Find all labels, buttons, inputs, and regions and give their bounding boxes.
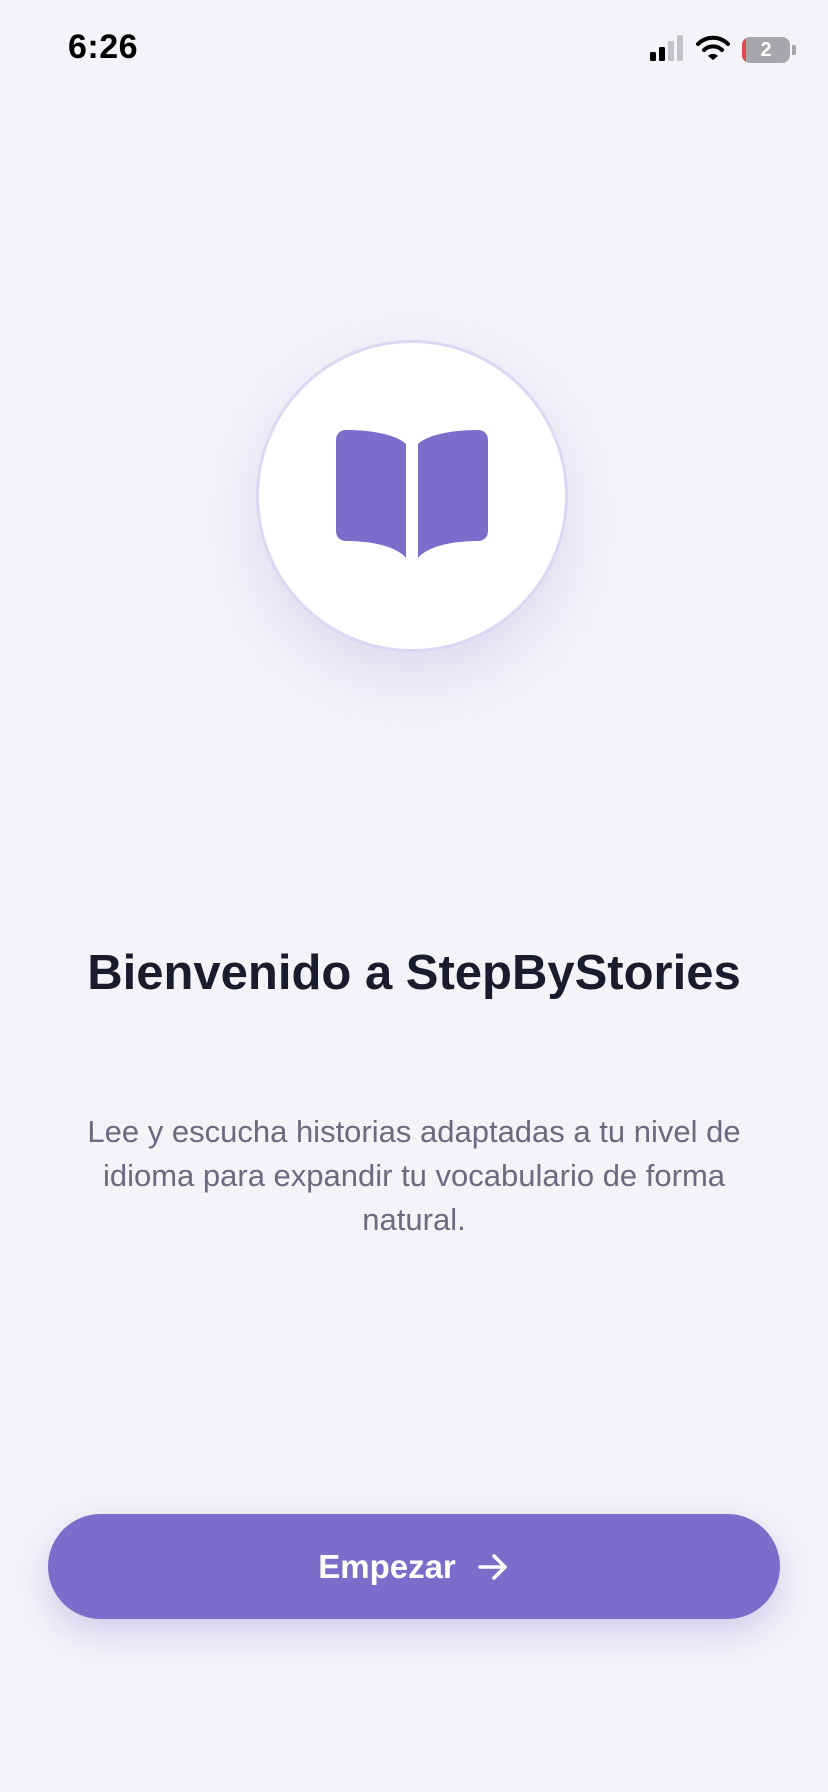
app-logo [256,340,568,652]
battery-level-fill [742,37,746,63]
start-button-label: Empezar [318,1547,456,1585]
status-time: 6:26 [68,28,139,66]
battery-icon: 2 [742,36,796,64]
battery-percentage: 2 [760,38,772,61]
open-book-icon [336,429,488,563]
start-button[interactable]: Empezar [48,1514,780,1619]
welcome-title: Bienvenido a StepByStories [87,946,741,1000]
arrow-right-icon [476,1550,510,1584]
cellular-signal-icon [650,34,684,66]
status-bar: 6:26 2 [0,0,828,100]
status-icons: 2 [650,34,796,66]
welcome-description: Lee y escucha historias adaptadas a tu n… [87,1114,741,1237]
wifi-icon [696,35,730,66]
